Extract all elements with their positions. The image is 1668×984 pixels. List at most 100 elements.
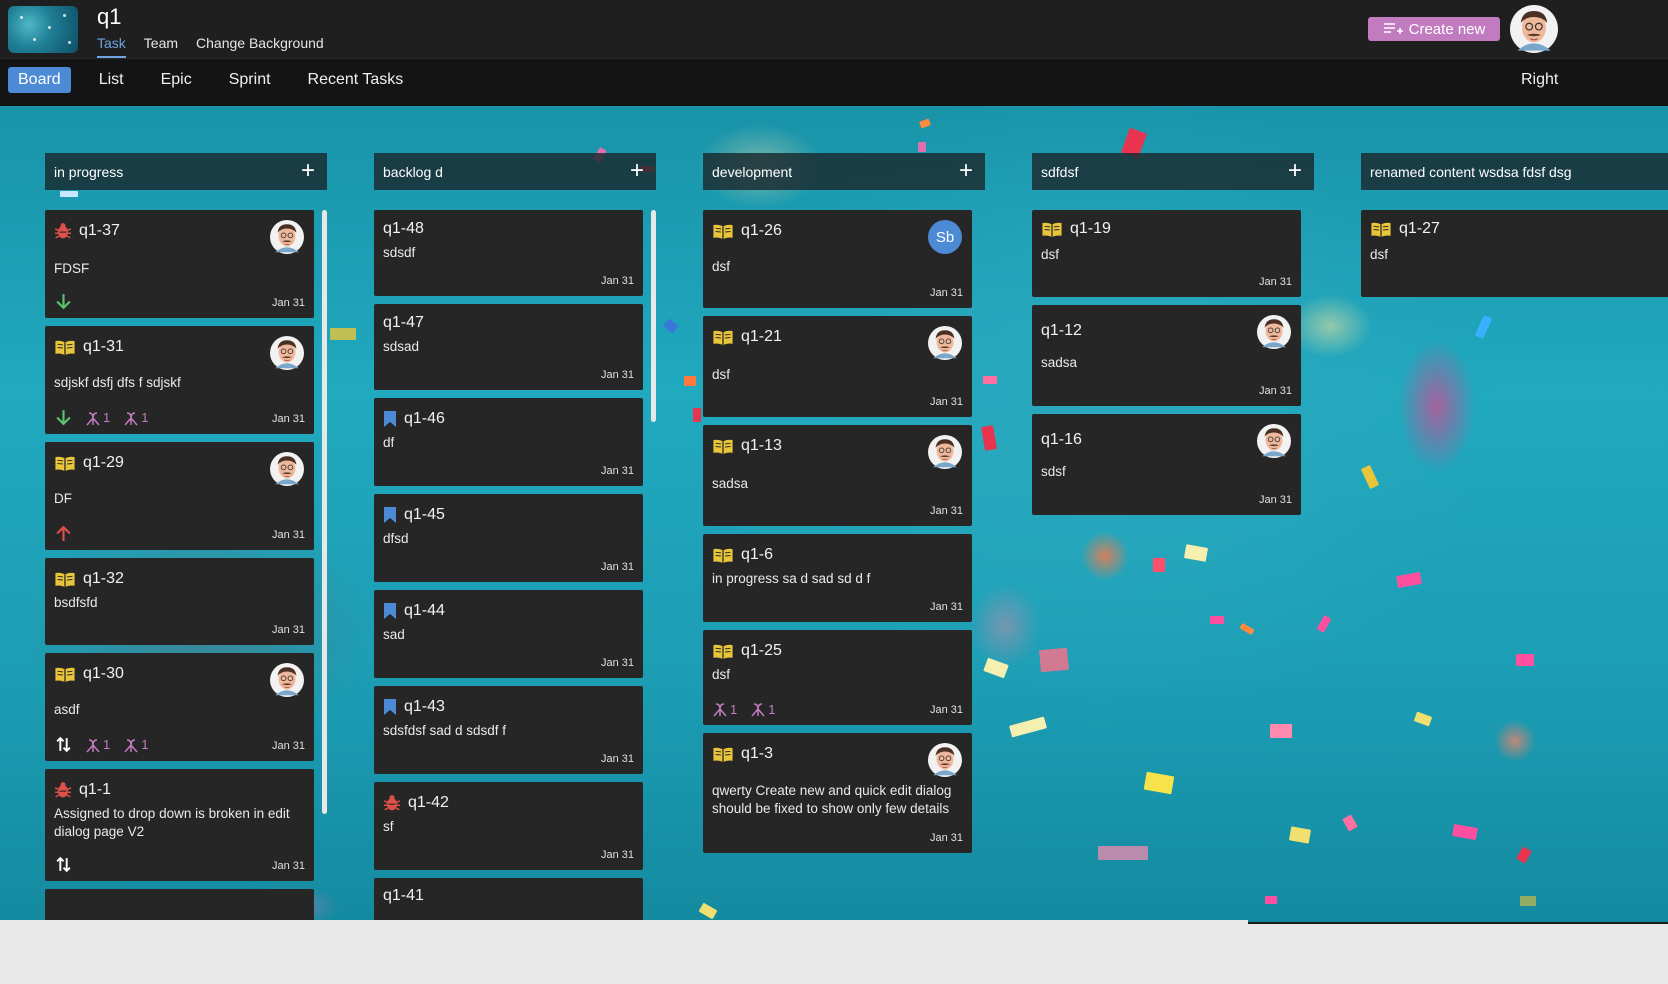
view-tab-sprint[interactable]: Sprint (220, 67, 280, 93)
task-card[interactable]: q1-44 sad Jan 31 (374, 590, 643, 678)
confetti (1183, 544, 1209, 562)
task-summary: dsf (1041, 247, 1060, 262)
add-card-button[interactable]: + (301, 159, 315, 183)
task-key: q1-41 (383, 887, 424, 904)
task-key: q1-31 (83, 338, 124, 355)
task-card[interactable]: q1-29 DF Jan 31 (45, 442, 314, 550)
confetti (1039, 647, 1069, 673)
task-summary: sdsdf (383, 245, 416, 260)
confetti (1520, 896, 1536, 906)
confetti (1098, 846, 1148, 860)
view-tab-recent-tasks[interactable]: Recent Tasks (299, 67, 413, 93)
task-summary: qwerty Create new and quick edit dialog … (712, 783, 952, 816)
task-card[interactable]: q1-48 sdsdf Jan 31 (374, 210, 643, 296)
add-list-icon (1383, 23, 1403, 34)
column-scrollbar[interactable] (651, 210, 656, 422)
subtask-count-value: 1 (141, 737, 149, 752)
confetti (60, 191, 78, 197)
view-tab-board[interactable]: Board (8, 67, 71, 93)
bug-icon (383, 794, 401, 812)
task-card-partial[interactable] (45, 889, 314, 922)
confetti (1270, 724, 1292, 738)
task-key: q1-37 (79, 222, 120, 239)
task-card[interactable]: q1-43 sdsfdsf sad d sdsdf f Jan 31 (374, 686, 643, 774)
assignee-avatar[interactable] (928, 326, 962, 360)
task-summary: sadsa (712, 476, 749, 491)
task-card[interactable]: q1-3 qwerty Create new and quick edit di… (703, 733, 972, 853)
assignee-avatar[interactable] (270, 336, 304, 370)
task-summary: DF (54, 491, 72, 506)
updown-icon (55, 856, 72, 873)
task-card[interactable]: q1-19 dsf Jan 31 (1032, 210, 1301, 297)
right-menu-button[interactable]: Right (1521, 71, 1558, 89)
subtask-count: 1 (124, 737, 148, 753)
assignee-initials-avatar[interactable]: Sb (928, 220, 962, 254)
assignee-avatar[interactable] (270, 452, 304, 486)
task-card[interactable]: q1-47 sdsad Jan 31 (374, 304, 643, 390)
project-logo[interactable] (8, 6, 78, 53)
task-key: q1-12 (1041, 322, 1082, 339)
tab-team[interactable]: Team (144, 35, 178, 58)
task-key: q1-43 (404, 698, 445, 715)
subtask-icon (86, 737, 100, 753)
add-card-button[interactable]: + (630, 159, 644, 183)
tab-change-background[interactable]: Change Background (196, 35, 324, 58)
assignee-avatar[interactable] (928, 435, 962, 469)
task-card[interactable]: q1-1 Assigned to drop down is broken in … (45, 769, 314, 881)
task-key: q1-48 (383, 220, 424, 237)
updown-icon (55, 736, 72, 753)
task-key: q1-25 (741, 642, 782, 659)
assignee-avatar[interactable] (1257, 315, 1291, 349)
book-icon (712, 223, 734, 240)
assignee-avatar[interactable] (1257, 424, 1291, 458)
task-date: Jan 31 (271, 624, 305, 636)
task-card[interactable]: q1-25 dsf 1 1 Jan 31 (703, 630, 972, 725)
task-card[interactable]: q1-30 asdf 1 1 Jan 31 (45, 653, 314, 761)
task-key: q1-30 (83, 665, 124, 682)
add-card-button[interactable]: + (959, 159, 973, 183)
task-card[interactable]: q1-13 sadsa Jan 31 (703, 425, 972, 526)
confetti (1316, 615, 1332, 633)
task-card[interactable]: q1-16 sdsf Jan 31 (1032, 414, 1301, 515)
task-card[interactable]: q1-6 in progress sa d sad sd d f Jan 31 (703, 534, 972, 622)
assignee-avatar[interactable] (928, 743, 962, 777)
arrow-down-icon (55, 409, 72, 426)
task-date: Jan 31 (600, 369, 634, 381)
column-scrollbar[interactable] (322, 210, 327, 814)
task-date: Jan 31 (600, 849, 634, 861)
bookmark-icon (383, 602, 397, 620)
user-avatar[interactable] (1510, 5, 1558, 53)
column-title: development (712, 163, 793, 180)
task-card[interactable]: q1-27 dsf (1361, 210, 1668, 297)
assignee-avatar[interactable] (270, 220, 304, 254)
view-tab-epic[interactable]: Epic (152, 67, 201, 93)
assignee-avatar[interactable] (270, 663, 304, 697)
subtask-count-value: 1 (730, 701, 738, 717)
task-date: Jan 31 (1258, 276, 1292, 288)
task-summary: dsf (1370, 247, 1389, 262)
task-card[interactable]: q1-45 dfsd Jan 31 (374, 494, 643, 582)
view-tab-list[interactable]: List (90, 67, 133, 93)
task-card[interactable]: q1-31 sdjskf dsfj dfs f sdjskf 1 1 Jan 3… (45, 326, 314, 434)
tab-task[interactable]: Task (97, 35, 126, 58)
task-card[interactable]: q1-42 sf Jan 31 (374, 782, 643, 870)
create-new-button[interactable]: Create new (1368, 17, 1500, 41)
task-card[interactable]: q1-46 df Jan 31 (374, 398, 643, 486)
task-card[interactable]: q1-32 bsdfsfd Jan 31 (45, 558, 314, 645)
task-card[interactable]: q1-41 (374, 878, 643, 922)
book-icon (1370, 221, 1392, 238)
task-card[interactable]: q1-37 FDSF Jan 31 (45, 210, 314, 318)
top-bar: q1 Task Team Change Background Create ne… (0, 0, 1668, 59)
bug-icon (54, 222, 72, 240)
book-icon (712, 547, 734, 564)
confetti (1009, 716, 1047, 738)
task-summary: Assigned to drop down is broken in edit … (54, 806, 290, 839)
add-card-button[interactable]: + (1288, 159, 1302, 183)
task-key: q1-16 (1041, 431, 1082, 448)
subtask-count: 1 (86, 410, 110, 426)
task-date: Jan 31 (271, 413, 305, 425)
task-card[interactable]: q1-21 dsf Jan 31 (703, 316, 972, 417)
column-title: in progress (54, 163, 124, 180)
task-card[interactable]: q1-26 dsf Sb Jan 31 (703, 210, 972, 308)
task-card[interactable]: q1-12 sadsa Jan 31 (1032, 305, 1301, 406)
